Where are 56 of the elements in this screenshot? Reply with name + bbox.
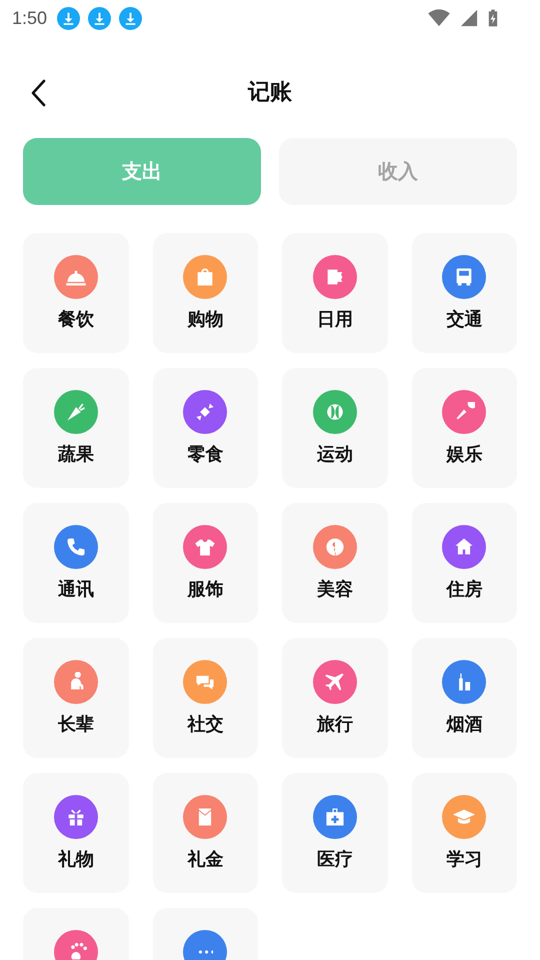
category-card[interactable]: 住房 (412, 503, 517, 623)
category-label: 学习 (446, 848, 482, 871)
medical-kit-icon (324, 807, 346, 827)
airplane-icon (324, 672, 346, 692)
category-label: 住房 (446, 578, 482, 601)
house-icon (453, 537, 476, 557)
back-icon (30, 79, 46, 107)
category-label: 日用 (316, 308, 353, 331)
category-label: 娱乐 (446, 443, 482, 466)
category-label: 医疗 (316, 848, 353, 871)
category-card[interactable]: 餐饮 (23, 233, 128, 353)
category-label: 旅行 (316, 713, 353, 736)
category-label: 餐饮 (58, 308, 94, 331)
category-label: 长辈 (58, 713, 94, 736)
category-label: 交通 (446, 308, 482, 331)
chat-dots-icon (197, 950, 214, 954)
category-card[interactable]: 购物 (152, 233, 258, 353)
category-label: 通讯 (58, 578, 94, 601)
category-card[interactable]: 旅行 (282, 638, 388, 758)
category-card[interactable]: 烟酒 (412, 638, 517, 758)
category-card[interactable]: 交通 (412, 233, 517, 353)
category-card[interactable]: 礼物 (23, 773, 128, 893)
category-label: 社交 (187, 713, 224, 736)
category-label: 礼物 (58, 848, 94, 871)
page-title: 记账 (248, 79, 292, 107)
category-label: 礼金 (187, 848, 224, 871)
category-card[interactable]: 运动 (282, 368, 388, 488)
shirt-icon (194, 537, 216, 557)
download-icon (88, 6, 112, 30)
status-time: 1:50 (12, 8, 48, 28)
category-label: 服饰 (187, 578, 224, 601)
category-card[interactable]: 医疗 (282, 773, 388, 893)
category-card[interactable]: 服饰 (152, 503, 258, 623)
wifi-icon (428, 9, 450, 27)
category-card[interactable]: 美容 (282, 503, 388, 623)
category-label: 美容 (316, 578, 353, 601)
category-card[interactable]: 礼金 (152, 773, 258, 893)
category-label: 购物 (187, 308, 224, 331)
download-icon (119, 6, 142, 30)
category-card[interactable]: 长辈 (23, 638, 128, 758)
battery-icon (488, 9, 498, 27)
carrot-icon (64, 402, 87, 422)
download-icon (57, 6, 80, 30)
category-label: 蔬果 (58, 443, 94, 466)
category-card[interactable]: 通讯 (23, 503, 128, 623)
category-label: 烟酒 (446, 713, 482, 736)
category-card[interactable]: 学习 (412, 773, 517, 893)
category-card[interactable]: 日用 (282, 233, 388, 353)
category-label: 零食 (187, 443, 224, 466)
signal-icon (458, 9, 480, 27)
category-card[interactable]: 蔬果 (23, 368, 128, 488)
category-card[interactable]: 社交 (152, 638, 258, 758)
category-card[interactable]: 零食 (152, 368, 258, 488)
phone-icon (64, 537, 87, 557)
category-card[interactable]: 娱乐 (412, 368, 517, 488)
category-label: 运动 (316, 443, 353, 466)
